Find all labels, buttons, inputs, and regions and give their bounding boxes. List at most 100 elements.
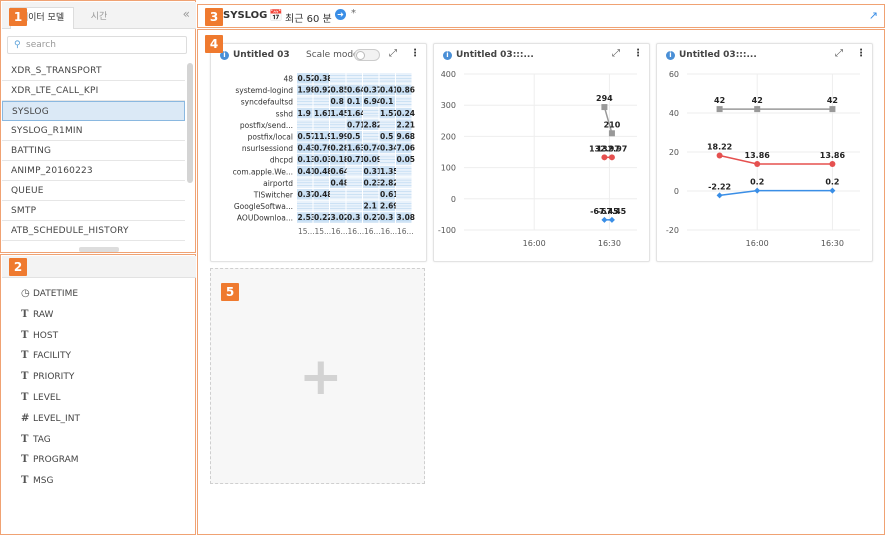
heatmap-chart: 48 0.520.38systemd-logind 1.980.920.850.64…: [233, 73, 416, 236]
field-label: PRIORITY: [33, 372, 75, 383]
field-label: FACILITY: [33, 351, 71, 362]
x-tick-label: 16:30: [821, 239, 844, 248]
x-tick-label: 16...: [348, 227, 365, 236]
data-label: 0.2: [750, 178, 764, 187]
series-marker: [829, 160, 836, 167]
series-line: [719, 154, 833, 165]
cell-value: 2.82: [364, 120, 383, 129]
tab-time[interactable]: 시간: [76, 7, 122, 29]
y-tick-label: -20: [666, 226, 679, 235]
share-icon[interactable]: ↗: [869, 9, 878, 22]
arrow-right-circle-icon[interactable]: ➜: [335, 9, 346, 20]
text-type-icon: T: [21, 308, 29, 320]
cell-value: 9.68: [397, 132, 416, 141]
cell-value: 0.8: [331, 97, 344, 106]
cell-value: 2.1: [364, 202, 377, 211]
cell-value: 0.3: [347, 213, 360, 222]
fields-panel: ◷ DATETIME T RAW T HOST T FACILITY T PRIORITY T LEV…: [0, 254, 196, 535]
data-label: 42: [752, 96, 763, 105]
row-label: com.apple.We...: [233, 167, 293, 176]
info-icon[interactable]: i: [443, 51, 452, 60]
dashboard-area: i Untitled 03 Scale mode ⤢ ⋮ 48 0.52 0.38 s…: [197, 29, 885, 535]
data-label: 132.97: [596, 144, 627, 153]
more-menu-icon[interactable]: ⋮: [856, 48, 866, 59]
card-title: Untitled 03:::...: [456, 50, 534, 60]
time-range[interactable]: 최근 60 분: [285, 10, 332, 25]
info-icon[interactable]: i: [666, 51, 675, 60]
list-item[interactable]: ATB_SCHEDULE_HISTORY: [2, 221, 185, 241]
row-label: postfix/local: [248, 133, 293, 142]
search-input[interactable]: ⚲ search: [7, 36, 187, 54]
text-type-icon: T: [21, 392, 29, 403]
text-type-icon: T: [21, 329, 29, 341]
list-item-selected[interactable]: SYSLOG: [2, 101, 185, 121]
row-label: GoogleSoftwa...: [234, 202, 293, 211]
field-item[interactable]: T MSG: [21, 474, 53, 488]
more-menu-icon[interactable]: ⋮: [410, 48, 420, 59]
field-item[interactable]: # LEVEL_INT: [21, 412, 80, 426]
x-tick-label: 15...: [298, 227, 315, 236]
query-bar: SYSLOG 📅 최근 60 분 ➜ * ↗: [197, 4, 885, 28]
callout-badge-2: 2: [9, 258, 27, 276]
field-item[interactable]: T FACILITY: [21, 349, 71, 363]
field-item[interactable]: T HOST: [21, 329, 58, 343]
cell-value: 0.09: [364, 155, 383, 164]
query-text[interactable]: *: [351, 8, 356, 19]
list-item[interactable]: XDR_S_TRANSPORT: [2, 61, 185, 81]
more-menu-icon[interactable]: ⋮: [633, 48, 643, 59]
text-type-icon: T: [21, 350, 29, 362]
series-marker: [608, 154, 615, 161]
list-item[interactable]: ANIMP_20160223: [2, 161, 185, 181]
series-marker: [601, 104, 608, 111]
cell-value: 7.06: [397, 144, 416, 153]
plus-icon: +: [299, 347, 343, 407]
field-label: RAW: [33, 309, 54, 320]
field-label: LEVEL: [33, 393, 61, 403]
field-item[interactable]: T PRIORITY: [21, 370, 74, 384]
data-label: -2.22: [708, 182, 731, 191]
cell-value: 2.69: [380, 202, 399, 211]
field-label: PROGRAM: [33, 455, 79, 466]
data-label: 42: [714, 96, 725, 105]
collapse-icon[interactable]: «: [183, 7, 190, 21]
scale-mode-toggle[interactable]: [354, 49, 380, 61]
add-chart-button[interactable]: +: [210, 268, 425, 484]
field-item[interactable]: T PROGRAM: [21, 453, 79, 467]
field-label: HOST: [33, 330, 59, 341]
x-tick-label: 16...: [364, 227, 381, 236]
series-marker: [754, 187, 761, 194]
list-item[interactable]: SYSLOG_R1MIN: [2, 121, 185, 141]
list-item[interactable]: QUEUE: [2, 181, 185, 201]
series-marker: [754, 106, 761, 113]
field-item[interactable]: T RAW: [21, 308, 53, 322]
expand-icon[interactable]: ⤢: [612, 48, 620, 59]
calendar-icon[interactable]: 📅: [269, 9, 283, 22]
expand-icon[interactable]: ⤢: [835, 48, 843, 59]
field-item[interactable]: T TAG: [21, 433, 51, 447]
row-label: sshd: [276, 109, 294, 118]
list-item[interactable]: BATTING: [2, 141, 185, 161]
text-type-icon: T: [21, 371, 29, 383]
row-label: 48: [283, 75, 293, 84]
cell-value: 1.64: [347, 109, 366, 118]
cell-value: 0.48: [314, 190, 333, 199]
x-tick-label: 16...: [331, 227, 348, 236]
data-label: 0.2: [825, 178, 839, 187]
callout-badge-4: 4: [205, 35, 223, 53]
series-marker: [608, 130, 615, 137]
y-tick-label: 200: [441, 132, 456, 141]
cell-value: 0.24: [397, 109, 416, 118]
panel-resize-handle[interactable]: [79, 247, 119, 252]
expand-icon[interactable]: ⤢: [389, 48, 397, 59]
field-item[interactable]: ◷ DATETIME: [21, 287, 78, 301]
list-item[interactable]: SMTP: [2, 201, 185, 221]
field-label: MSG: [33, 476, 54, 487]
list-scrollbar[interactable]: [187, 63, 193, 183]
text-type-icon: T: [21, 454, 29, 466]
list-item[interactable]: XDR_LTE_CALL_KPI: [2, 81, 185, 101]
series-marker: [601, 154, 608, 161]
field-item[interactable]: T LEVEL: [21, 391, 61, 405]
series-marker: [716, 106, 723, 113]
y-tick-label: 20: [669, 148, 679, 157]
search-icon: ⚲: [14, 40, 21, 50]
